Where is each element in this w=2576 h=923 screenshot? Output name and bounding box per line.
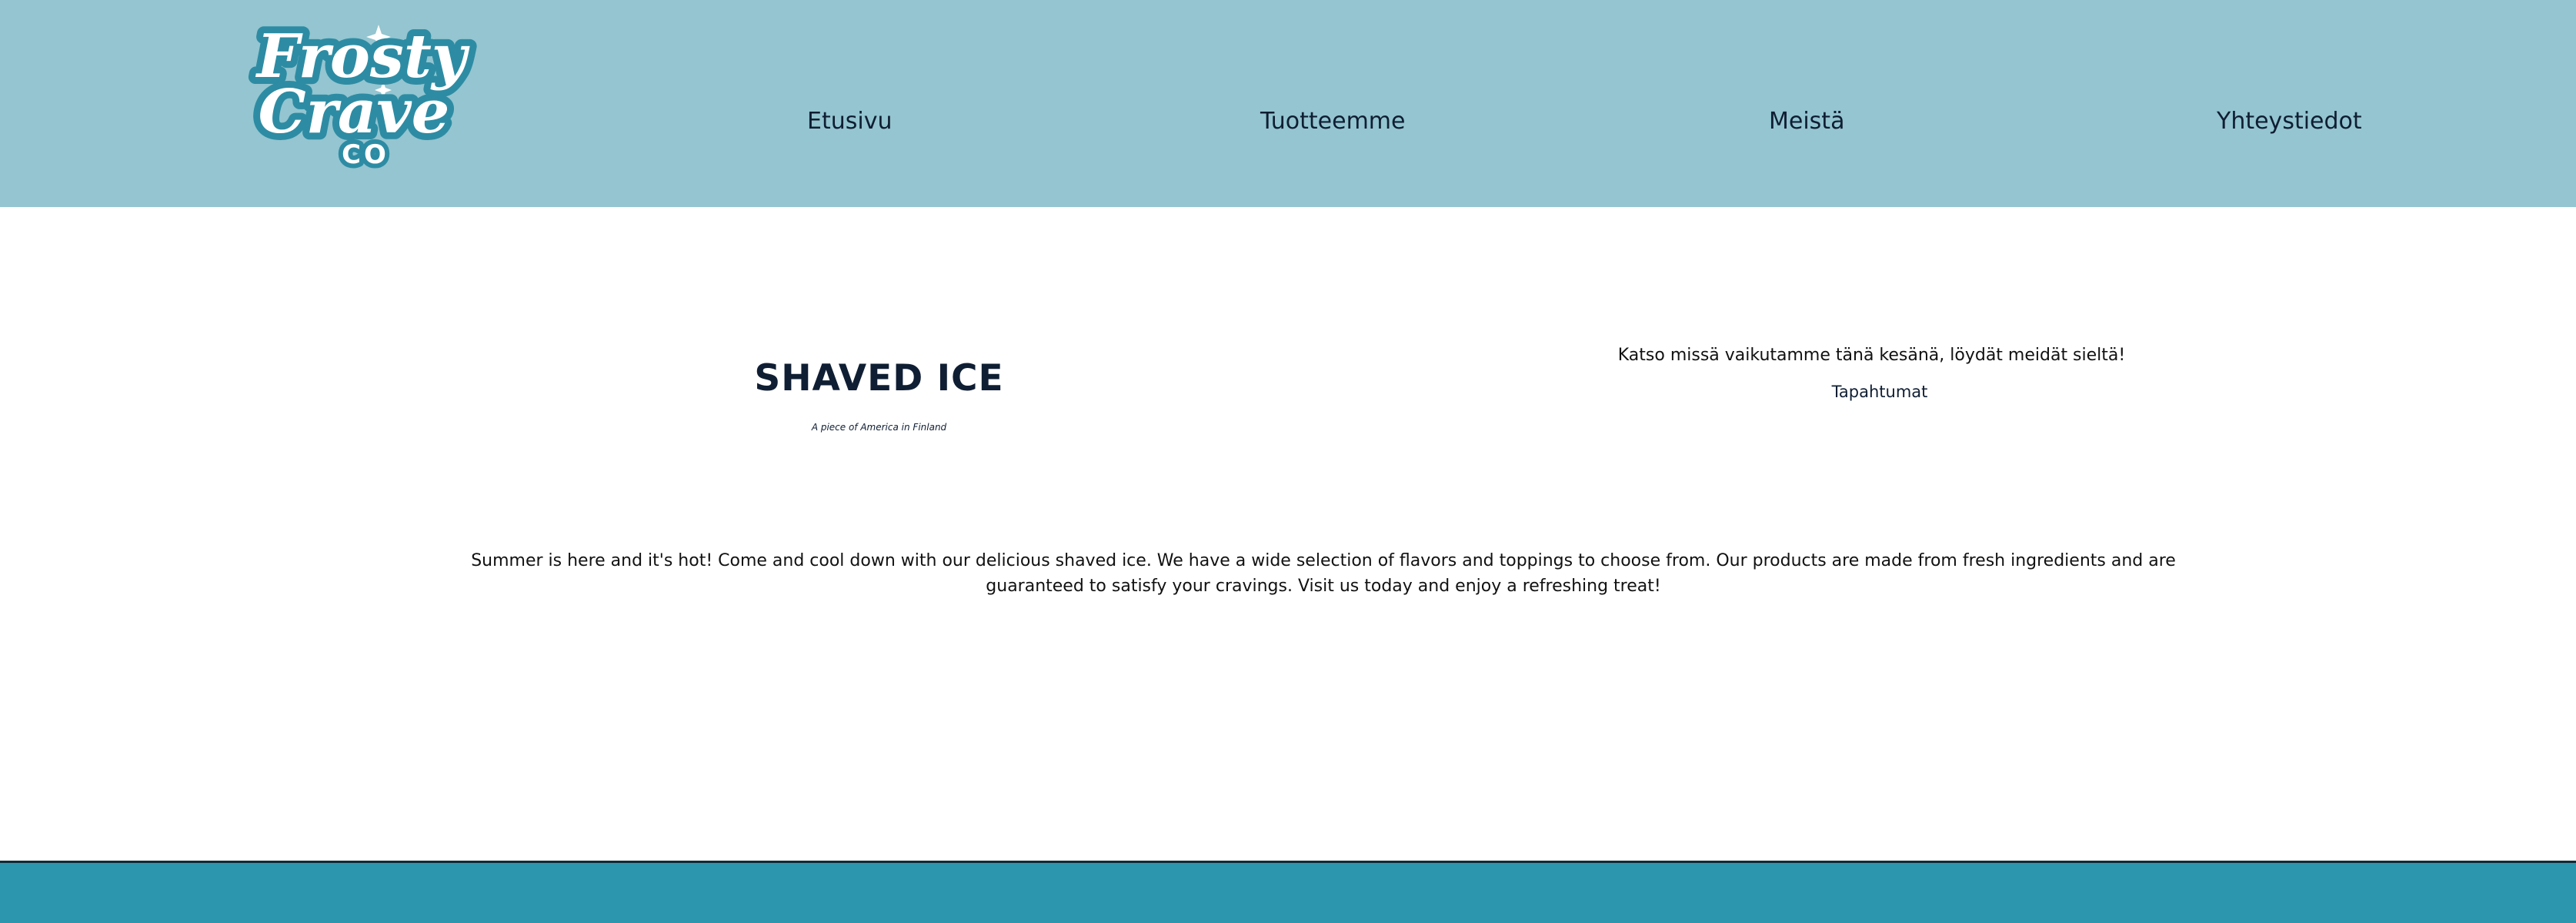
hero-title: SHAVED ICE — [754, 357, 1004, 400]
events-link[interactable]: Tapahtumat — [1816, 380, 1944, 403]
svg-text:Crave: Crave — [259, 77, 450, 147]
nav-item-etusivu[interactable]: Etusivu — [807, 106, 892, 137]
logo-graphic: Frosty Crave Frosty Crave CO CO — [249, 15, 477, 172]
nav-item-tuotteemme[interactable]: Tuotteemme — [1260, 106, 1405, 137]
nav-item-yhteystiedot[interactable]: Yhteystiedot — [2217, 106, 2362, 137]
events-text: Katso missä vaikutamme tänä kesänä, löyd… — [1617, 346, 2126, 365]
site-header: Frosty Crave Frosty Crave CO CO Etusivu … — [0, 0, 2576, 207]
nav-item-meista[interactable]: Meistä — [1769, 106, 1844, 137]
description-paragraph: Summer is here and it's hot! Come and co… — [471, 551, 2176, 596]
site-footer — [0, 863, 2576, 923]
svg-text:CO: CO — [342, 139, 389, 170]
hero-subtitle: A piece of America in Finland — [811, 422, 947, 433]
frosty-crave-logo[interactable]: Frosty Crave Frosty Crave CO CO — [246, 11, 477, 172]
